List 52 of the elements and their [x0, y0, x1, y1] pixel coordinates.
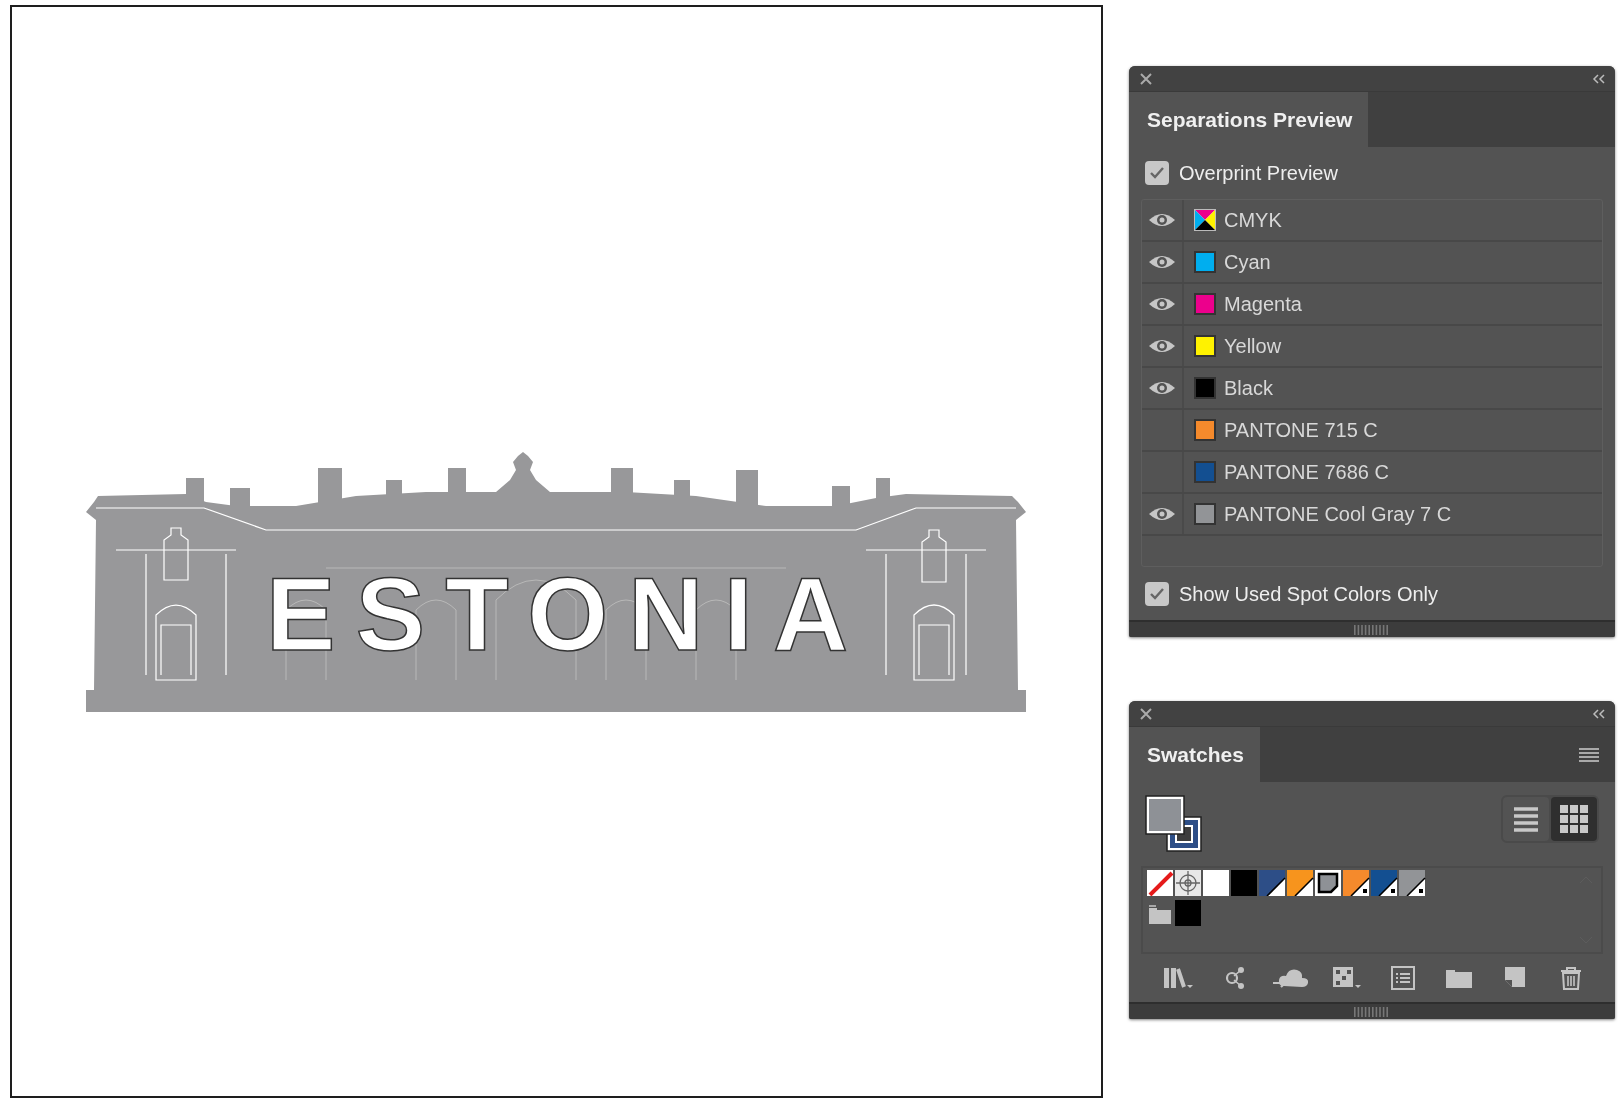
logo-text: ESTONIA	[266, 556, 848, 672]
resize-grip-icon[interactable]	[1354, 1006, 1390, 1017]
none-swatch[interactable]	[1146, 870, 1174, 896]
checkmark-icon	[1149, 166, 1165, 180]
ink-name: Black	[1224, 376, 1273, 401]
share-icon[interactable]	[1224, 966, 1246, 990]
grid-view-button[interactable]	[1551, 797, 1597, 841]
checkbox[interactable]	[1145, 581, 1169, 606]
cmyk-swatch-icon	[1194, 209, 1216, 231]
ink-name: CMYK	[1224, 208, 1282, 233]
color-swatch[interactable]	[1174, 900, 1202, 926]
eye-icon[interactable]	[1148, 295, 1176, 313]
collapse-icon[interactable]	[1591, 72, 1607, 85]
list-icon	[1513, 806, 1539, 832]
eye-icon[interactable]	[1148, 379, 1176, 397]
menu-icon[interactable]	[1579, 746, 1599, 763]
eye-icon[interactable]	[1148, 337, 1176, 355]
resize-grip-icon[interactable]	[1354, 624, 1390, 635]
fill-stroke-icon[interactable]	[1145, 795, 1203, 853]
ink-name: PANTONE Cool Gray 7 C	[1224, 502, 1452, 527]
checkbox[interactable]	[1145, 161, 1169, 185]
color-swatch[interactable]	[1258, 870, 1286, 896]
ink-name: PANTONE 715 C	[1224, 418, 1378, 443]
color-swatch[interactable]	[1342, 870, 1370, 896]
ink-name: Magenta	[1224, 292, 1302, 317]
new-swatch-icon[interactable]	[1504, 966, 1526, 990]
ink-name: PANTONE 7686 C	[1224, 460, 1389, 485]
grid-icon	[1560, 805, 1588, 833]
color-swatch[interactable]	[1202, 870, 1230, 896]
swatch-kinds-menu-icon[interactable]	[1332, 966, 1362, 990]
eye-icon[interactable]	[1148, 253, 1176, 271]
ink-name: Yellow	[1224, 334, 1282, 359]
checkbox-label: Overprint Preview	[1179, 161, 1338, 186]
list-view-button[interactable]	[1503, 797, 1549, 841]
collapse-icon[interactable]	[1591, 707, 1607, 720]
eye-icon[interactable]	[1148, 505, 1176, 523]
color-swatch[interactable]	[1230, 870, 1258, 896]
color-swatch[interactable]	[1398, 870, 1426, 896]
panel-tab[interactable]: Swatches	[1129, 727, 1260, 782]
libraries-menu-icon[interactable]	[1163, 966, 1195, 990]
color-swatch[interactable]	[1286, 870, 1314, 896]
swatch-options-icon[interactable]	[1391, 966, 1415, 990]
close-icon[interactable]	[1139, 71, 1153, 86]
registration-swatch[interactable]	[1174, 870, 1202, 896]
delete-icon[interactable]	[1560, 966, 1582, 990]
eye-icon[interactable]	[1148, 211, 1176, 229]
ink-name: Cyan	[1224, 250, 1271, 275]
checkmark-icon	[1149, 586, 1165, 601]
panel-tab[interactable]: Separations Preview	[1129, 92, 1369, 147]
color-swatch[interactable]	[1370, 870, 1398, 896]
close-icon[interactable]	[1139, 706, 1153, 721]
checkbox-label: Show Used Spot Colors Only	[1179, 581, 1438, 607]
